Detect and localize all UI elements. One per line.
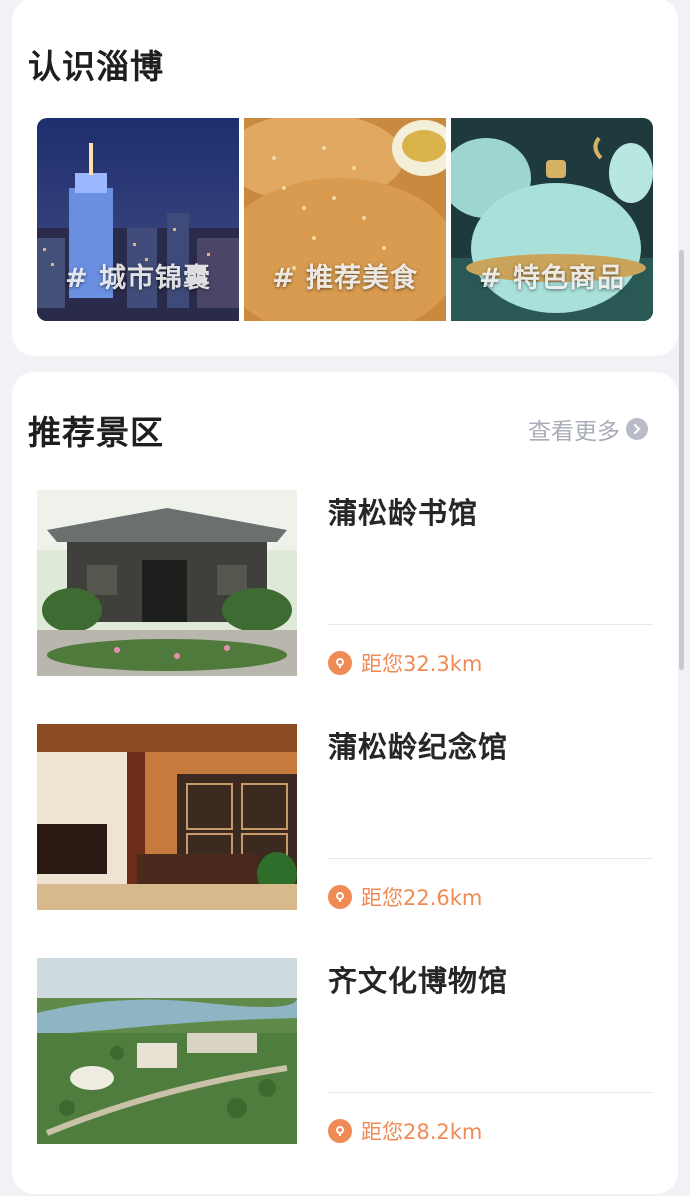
scenic-name: 齐文化博物馆 xyxy=(328,964,509,998)
tile-goods-label: # 特色商品 xyxy=(478,263,626,294)
location-pin-icon xyxy=(328,1119,352,1143)
distance-text: 距您32.3km xyxy=(361,652,483,676)
view-more-link[interactable]: 查看更多 xyxy=(528,412,648,446)
divider xyxy=(327,858,653,859)
tile-food-label: # 推荐美食 xyxy=(271,263,419,294)
scenic-distance: 距您22.6km xyxy=(328,882,482,912)
section-title-recommended-scenic: 推荐景区 xyxy=(28,413,164,452)
divider xyxy=(327,624,653,625)
chevron-right-icon xyxy=(626,418,648,440)
scenic-photo xyxy=(37,958,297,1144)
scenic-photo xyxy=(37,724,297,910)
scenic-distance: 距您28.2km xyxy=(328,1116,482,1146)
tile-city-guide[interactable]: # 城市锦囊 xyxy=(37,118,239,321)
location-pin-icon xyxy=(328,651,352,675)
tile-specialty-goods[interactable]: # 特色商品 xyxy=(451,118,653,321)
know-tiles: # 城市锦囊 # 推荐美食 # 特色商品 xyxy=(37,118,653,321)
scrollbar[interactable] xyxy=(679,250,684,670)
location-pin-icon xyxy=(328,885,352,909)
section-title-know-zibo: 认识淄博 xyxy=(28,47,164,86)
scenic-name: 蒲松龄纪念馆 xyxy=(328,730,509,764)
scenic-distance: 距您32.3km xyxy=(328,648,482,678)
scenic-list-item[interactable]: 蒲松龄书馆 距您32.3km xyxy=(37,490,653,676)
scenic-list-item[interactable]: 齐文化博物馆 距您28.2km xyxy=(37,958,653,1144)
scenic-list-item[interactable]: 蒲松龄纪念馆 距您22.6km xyxy=(37,724,653,910)
tile-city-label: # 城市锦囊 xyxy=(64,263,212,294)
tile-recommended-food[interactable]: # 推荐美食 xyxy=(244,118,446,321)
distance-text: 距您28.2km xyxy=(361,1120,483,1144)
scenic-photo xyxy=(37,490,297,676)
view-more-label: 查看更多 xyxy=(528,419,620,445)
divider xyxy=(327,1092,653,1093)
distance-text: 距您22.6km xyxy=(361,886,483,910)
scenic-name: 蒲松龄书馆 xyxy=(328,496,479,530)
